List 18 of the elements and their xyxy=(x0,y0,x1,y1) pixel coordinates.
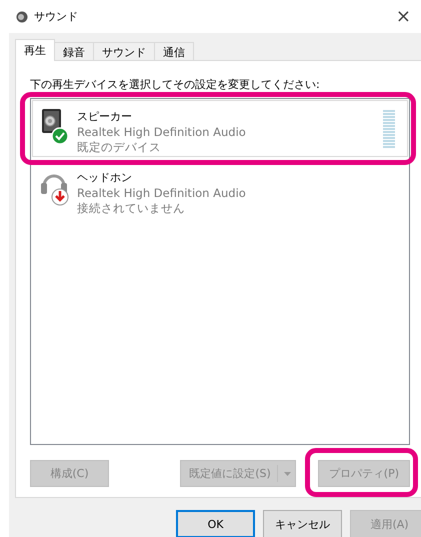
device-item[interactable]: ヘッドホン Realtek High Definition Audio 接続されていません xyxy=(32,161,408,218)
volume-meter-icon xyxy=(383,110,395,148)
dialog-button[interactable]: キャンセル xyxy=(263,510,342,537)
device-status: 既定のデバイス xyxy=(77,140,162,155)
close-button[interactable]: × xyxy=(392,6,415,27)
device-name: スピーカー xyxy=(77,109,133,124)
device-item[interactable]: スピーカー Realtek High Definition Audio 既定のデバイス xyxy=(32,100,408,157)
device-driver: Realtek High Definition Audio xyxy=(77,186,246,200)
tab[interactable]: 再生 xyxy=(15,39,55,61)
device-driver: Realtek High Definition Audio xyxy=(77,125,246,139)
tab[interactable]: 通信 xyxy=(154,42,194,61)
device-status: 接続されていません xyxy=(77,201,186,216)
instruction-text: 下の再生デバイスを選択してその設定を変更してください: xyxy=(30,77,321,92)
window-title: サウンド xyxy=(34,9,78,24)
tab[interactable]: サウンド xyxy=(93,42,155,61)
caret-icon xyxy=(284,472,291,476)
device-name: ヘッドホン xyxy=(77,170,133,185)
dialog-button[interactable]: OK xyxy=(176,510,255,537)
